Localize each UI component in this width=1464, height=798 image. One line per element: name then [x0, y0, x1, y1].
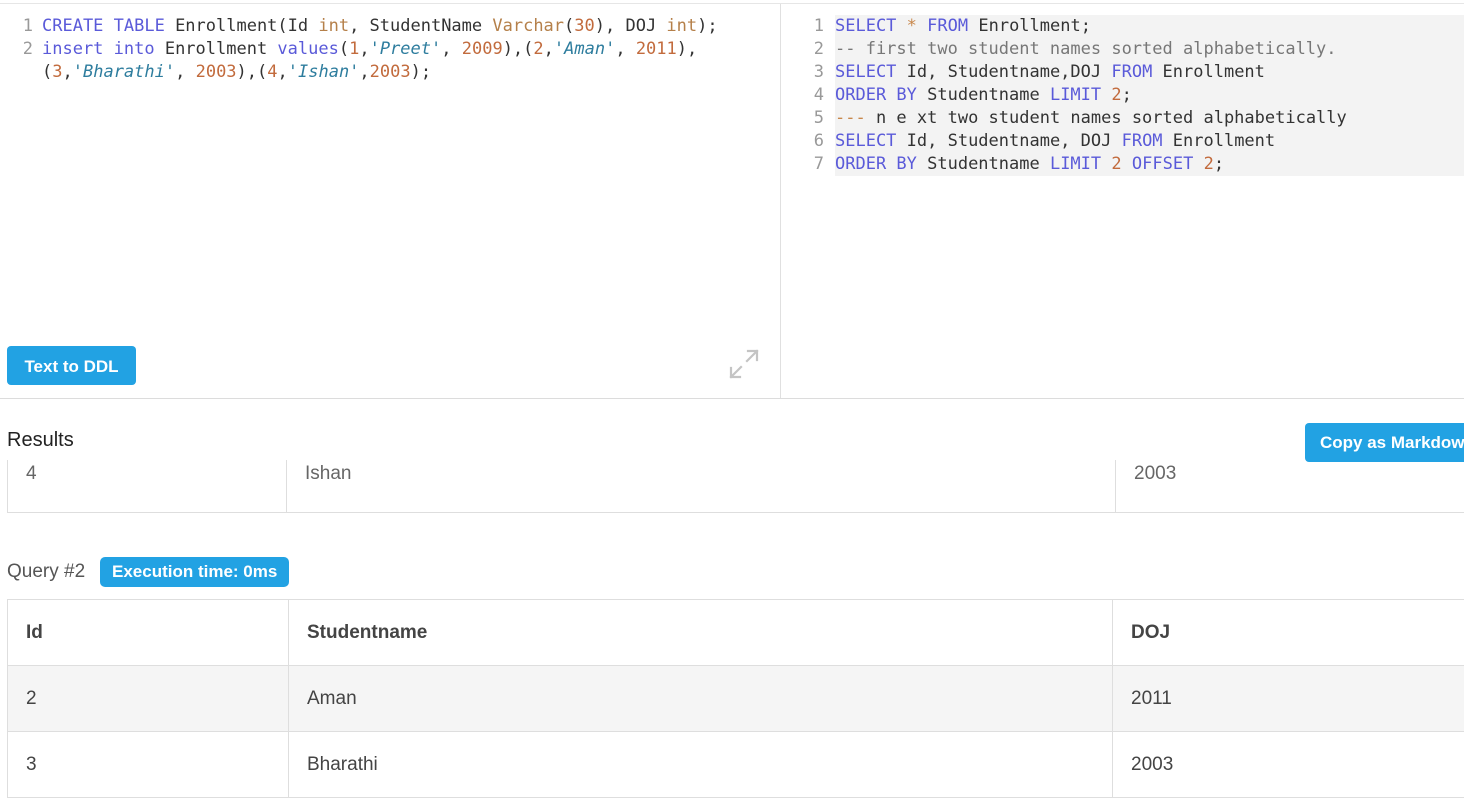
- table-cell: Aman: [289, 666, 1113, 732]
- line-number: [0, 61, 42, 84]
- code-text[interactable]: SELECT Id, Studentname, DOJ FROM Enrollm…: [835, 130, 1464, 153]
- column-header-id: Id: [8, 600, 289, 666]
- code-line[interactable]: 1SELECT * FROM Enrollment;: [781, 15, 1464, 38]
- line-number: 2: [781, 38, 835, 61]
- execution-time-badge: Execution time: 0ms: [100, 557, 289, 587]
- table-header-row: Id Studentname DOJ: [8, 600, 1464, 666]
- code-line[interactable]: 7ORDER BY Studentname LIMIT 2 OFFSET 2;: [781, 153, 1464, 176]
- table-row: 3 Bharathi 2003: [8, 732, 1464, 798]
- column-header-studentname: Studentname: [289, 600, 1113, 666]
- code-text[interactable]: (3,'Bharathi', 2003),(4,'Ishan',2003);: [42, 61, 780, 84]
- table-row: 4 Ishan 2003: [8, 460, 1464, 513]
- code-line[interactable]: 6SELECT Id, Studentname, DOJ FROM Enroll…: [781, 130, 1464, 153]
- line-number: 1: [0, 15, 42, 38]
- expand-icon[interactable]: [726, 346, 762, 382]
- query1-result-table: 4 Ishan 2003: [7, 460, 1464, 513]
- query-2-label: Query #2: [7, 561, 85, 583]
- code-line[interactable]: 3SELECT Id, Studentname,DOJ FROM Enrollm…: [781, 61, 1464, 84]
- line-number: 7: [781, 153, 835, 176]
- table-cell: 4: [8, 460, 287, 513]
- code-text[interactable]: --- n e xt two student names sorted alph…: [835, 107, 1464, 130]
- code-text[interactable]: -- first two student names sorted alphab…: [835, 38, 1464, 61]
- code-text[interactable]: SELECT * FROM Enrollment;: [835, 15, 1464, 38]
- table-cell: 3: [8, 732, 289, 798]
- table-cell: Bharathi: [289, 732, 1113, 798]
- column-header-doj: DOJ: [1113, 600, 1464, 666]
- results-title: Results: [7, 429, 74, 452]
- code-line[interactable]: 2-- first two student names sorted alpha…: [781, 38, 1464, 61]
- query-code[interactable]: 1SELECT * FROM Enrollment;2-- first two …: [781, 15, 1464, 176]
- line-number: 3: [781, 61, 835, 84]
- code-line[interactable]: 1CREATE TABLE Enrollment(Id int, Student…: [0, 15, 780, 38]
- line-number: 6: [781, 130, 835, 153]
- line-number: 2: [0, 38, 42, 61]
- code-text[interactable]: SELECT Id, Studentname,DOJ FROM Enrollme…: [835, 61, 1464, 84]
- code-line[interactable]: (3,'Bharathi', 2003),(4,'Ishan',2003);: [0, 61, 780, 84]
- code-text[interactable]: ORDER BY Studentname LIMIT 2;: [835, 84, 1464, 107]
- table-cell: Ishan: [287, 460, 1116, 513]
- line-number: 1: [781, 15, 835, 38]
- line-number: 5: [781, 107, 835, 130]
- table-cell: 2011: [1113, 666, 1464, 732]
- line-number: 4: [781, 84, 835, 107]
- schema-editor[interactable]: 1CREATE TABLE Enrollment(Id int, Student…: [0, 4, 780, 398]
- text-to-ddl-button[interactable]: Text to DDL: [7, 346, 136, 385]
- code-line[interactable]: 5--- n e xt two student names sorted alp…: [781, 107, 1464, 130]
- code-text[interactable]: CREATE TABLE Enrollment(Id int, StudentN…: [42, 15, 780, 38]
- code-text[interactable]: insert into Enrollment values(1,'Preet',…: [42, 38, 780, 61]
- schema-code[interactable]: 1CREATE TABLE Enrollment(Id int, Student…: [0, 15, 780, 84]
- code-line[interactable]: 4ORDER BY Studentname LIMIT 2;: [781, 84, 1464, 107]
- results-divider: [0, 398, 1464, 399]
- code-line[interactable]: 2insert into Enrollment values(1,'Preet'…: [0, 38, 780, 61]
- table-cell: 2003: [1116, 460, 1464, 513]
- code-text[interactable]: ORDER BY Studentname LIMIT 2 OFFSET 2;: [835, 153, 1464, 176]
- query-editor[interactable]: 1SELECT * FROM Enrollment;2-- first two …: [781, 4, 1464, 398]
- table-cell: 2: [8, 666, 289, 732]
- table-cell: 2003: [1113, 732, 1464, 798]
- table-row: 2 Aman 2011: [8, 666, 1464, 732]
- query2-result-table: Id Studentname DOJ 2 Aman 2011 3 Bharath…: [7, 599, 1464, 798]
- copy-as-markdown-button[interactable]: Copy as Markdown: [1305, 423, 1464, 462]
